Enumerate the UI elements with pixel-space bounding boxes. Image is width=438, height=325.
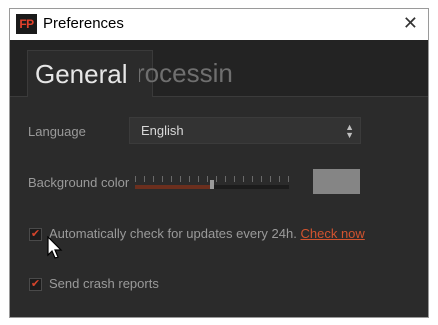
title-bar: FP Preferences ✕ [10, 9, 428, 40]
close-icon[interactable]: ✕ [403, 13, 418, 34]
mouse-pointer-icon [47, 236, 63, 259]
language-value: English [141, 123, 184, 138]
window-title: Preferences [43, 15, 124, 32]
background-color-label: Background color [28, 175, 130, 190]
tab-strip: General rocessin [10, 40, 428, 97]
tab-processing[interactable]: rocessin [139, 50, 263, 96]
updates-checkbox[interactable]: ✔ [29, 228, 42, 241]
background-color-swatch[interactable] [313, 169, 360, 194]
updates-label: Automatically check for updates every 24… [49, 226, 297, 241]
tab-general[interactable]: General [27, 50, 153, 97]
preferences-window: FP Preferences ✕ General rocessin Langua… [9, 8, 429, 318]
crash-reports-checkbox[interactable]: ✔ [29, 278, 42, 291]
app-logo-icon: FP [16, 14, 37, 34]
slider-thumb[interactable] [210, 180, 214, 189]
background-slider[interactable] [133, 174, 293, 194]
check-now-link[interactable]: Check now [300, 226, 364, 241]
updates-row: Automatically check for updates every 24… [49, 226, 365, 241]
tab-processing-label: rocessin [139, 58, 233, 88]
crash-reports-label: Send crash reports [49, 276, 159, 291]
slider-fill [135, 185, 212, 189]
language-select[interactable]: English ▲ ▼ [129, 117, 361, 144]
language-label: Language [28, 124, 86, 139]
updown-arrows-icon: ▲ ▼ [345, 121, 354, 140]
